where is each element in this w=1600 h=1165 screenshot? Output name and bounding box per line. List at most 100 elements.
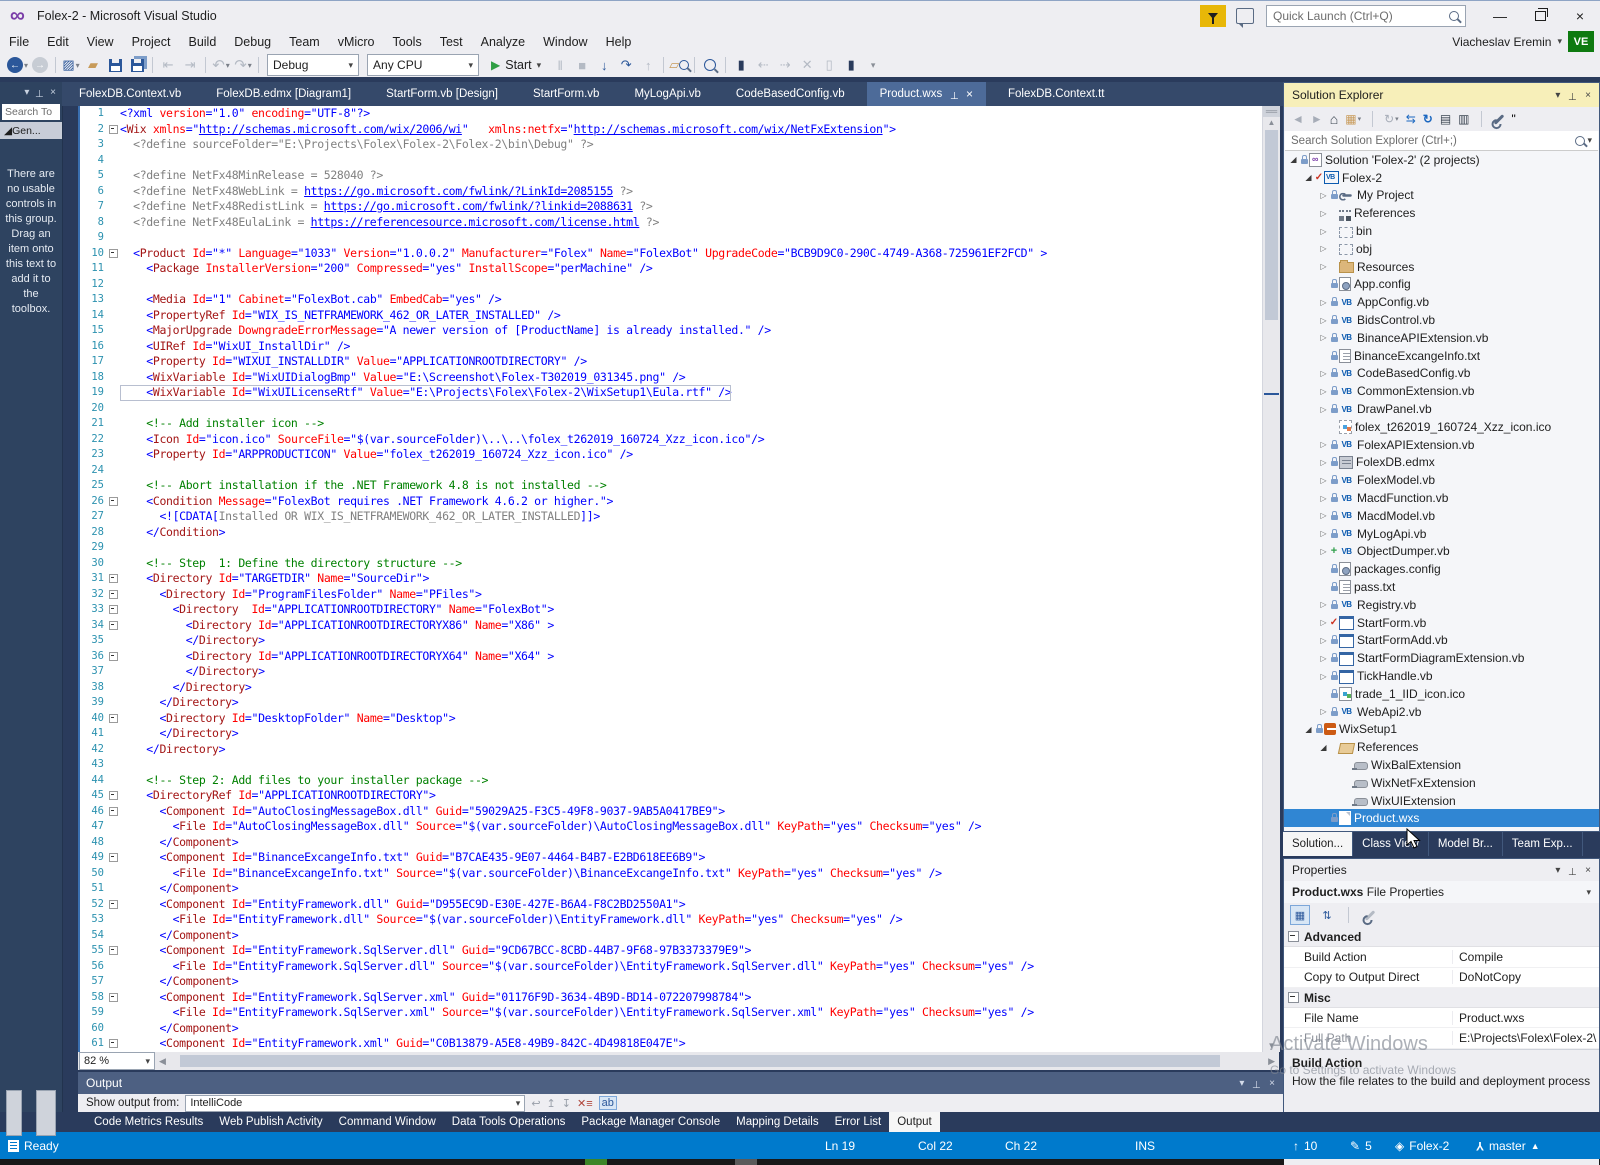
tree-item-bidscontrol-vb[interactable]: ▷ BidsControl.vb	[1284, 311, 1599, 329]
collapsed-arrow-icon[interactable]: ▷	[1318, 369, 1329, 378]
tree-item-startformdiagramextension-vb[interactable]: ▷ StartFormDiagramExtension.vb	[1284, 649, 1599, 667]
tree-item-binanceapiextension-vb[interactable]: ▷ BinanceAPIExtension.vb	[1284, 329, 1599, 347]
code-line[interactable]: 60 </Component>	[80, 1021, 1264, 1037]
menu-edit[interactable]: Edit	[38, 32, 78, 52]
collapsed-arrow-icon[interactable]: ▷	[1318, 618, 1329, 627]
tab-startform-vb-design-[interactable]: StartForm.vb [Design]	[373, 82, 511, 106]
output-goto-message-icon[interactable]: ↩	[531, 1097, 540, 1110]
code-line[interactable]: 15 <MajorUpgrade DowngradeErrorMessage="…	[80, 323, 1264, 339]
tree-item-drawpanel-vb[interactable]: ▷ DrawPanel.vb	[1284, 400, 1599, 418]
menu-team[interactable]: Team	[280, 32, 329, 52]
collapsed-arrow-icon[interactable]: ▷	[1318, 654, 1329, 663]
tree-item-packages-config[interactable]: packages.config	[1284, 560, 1599, 578]
tree-item-resources[interactable]: ▷ Resources	[1284, 258, 1599, 276]
collapsed-arrow-icon[interactable]: ▷	[1318, 600, 1329, 609]
scroll-up-icon[interactable]: ▲	[1263, 117, 1280, 129]
collapsed-arrow-icon[interactable]: ▷	[1318, 405, 1329, 414]
git-edits-count[interactable]: 5	[1365, 1139, 1372, 1153]
menu-project[interactable]: Project	[123, 32, 180, 52]
menu-debug[interactable]: Debug	[225, 32, 280, 52]
output-pin-icon[interactable]: ⊤	[1252, 1078, 1261, 1089]
nav-forward-button[interactable]: →	[30, 54, 50, 76]
properties-close-icon[interactable]: ×	[1585, 865, 1591, 876]
code-line[interactable]: 10 <Product Id="*" Language="1033" Versi…	[80, 246, 1264, 262]
editor-horizontal-scrollbar[interactable]	[170, 1052, 1264, 1070]
expanded-arrow-icon[interactable]: ◢	[1303, 173, 1314, 182]
code-line[interactable]: 33 <Directory Id="APPLICATIONROOTDIRECTO…	[80, 602, 1264, 618]
platform-select[interactable]: Any CPU ▾	[367, 54, 480, 76]
fold-toggle-icon[interactable]	[107, 788, 120, 804]
code-line[interactable]: 12	[80, 277, 1264, 293]
menu-view[interactable]: View	[78, 32, 123, 52]
scroll-right-icon[interactable]: ▶	[1264, 1056, 1279, 1067]
new-project-button[interactable]: ▨ ▾	[61, 54, 81, 76]
status-line[interactable]: Ln 19	[825, 1139, 855, 1153]
code-line[interactable]: 23 <Property Id="ARPPRODUCTICON" Value="…	[80, 447, 1264, 463]
fold-toggle-icon[interactable]	[107, 990, 120, 1006]
code-line[interactable]: 3 <?define sourceFolder="E:\Projects\Fol…	[80, 137, 1264, 153]
se-tab-model-br-[interactable]: Model Br...	[1429, 832, 1503, 856]
code-line[interactable]: 26 <Condition Message="FolexBot requires…	[80, 494, 1264, 510]
avatar[interactable]: VE	[1568, 31, 1594, 52]
code-line[interactable]: 5 <?define NetFx48MinRelease = 528040 ?>	[80, 168, 1264, 184]
code-line[interactable]: 8 <?define NetFx48EulaLink = https://ref…	[80, 215, 1264, 231]
tree-item-pass-txt[interactable]: pass.txt	[1284, 578, 1599, 596]
find-button[interactable]: ▱	[669, 54, 690, 76]
code-line[interactable]: 49 <Component Id="BinanceExcangeInfo.txt…	[80, 850, 1264, 866]
status-character[interactable]: Ch 22	[1005, 1139, 1037, 1153]
tree-item-my-project[interactable]: ▷ My Project	[1284, 187, 1599, 205]
collapsed-arrow-icon[interactable]: ▷	[1318, 316, 1329, 325]
status-column[interactable]: Col 22	[918, 1139, 953, 1153]
code-line[interactable]: 59 <File Id="EntityFramework.SqlServer.x…	[80, 1005, 1264, 1021]
collapsed-arrow-icon[interactable]: ▷	[1318, 298, 1329, 307]
code-line[interactable]: 32 <Directory Id="ProgramFilesFolder" Na…	[80, 587, 1264, 603]
fold-toggle-icon[interactable]	[107, 711, 120, 727]
tree-item-folexapiextension-vb[interactable]: ▷ FolexAPIExtension.vb	[1284, 436, 1599, 454]
bottom-tab-mapping-details[interactable]: Mapping Details	[728, 1112, 826, 1132]
find-in-files-button[interactable]	[700, 54, 720, 76]
redo-button[interactable]: ↷ ▾	[233, 54, 253, 76]
fold-toggle-icon[interactable]	[107, 804, 120, 820]
save-button[interactable]	[105, 54, 125, 76]
menu-file[interactable]: File	[0, 32, 38, 52]
output-clear-all-icon[interactable]: ✕≡	[577, 1097, 593, 1110]
fold-toggle-icon[interactable]	[107, 850, 120, 866]
git-branch-icon[interactable]: Y	[1476, 1139, 1484, 1153]
tree-item-folexmodel-vb[interactable]: ▷ FolexModel.vb	[1284, 471, 1599, 489]
collapsed-arrow-icon[interactable]: ▷	[1318, 333, 1329, 342]
close-button[interactable]: ×	[1560, 2, 1600, 30]
tree-item-trade-1-iid-icon-ico[interactable]: trade_1_IID_icon.ico	[1284, 685, 1599, 703]
filter-icon[interactable]	[1200, 5, 1226, 27]
fold-toggle-icon[interactable]	[107, 943, 120, 959]
code-line[interactable]: 28 </Condition>	[80, 525, 1264, 541]
tree-item-mylogapi-vb[interactable]: ▷ MyLogApi.vb	[1284, 525, 1599, 543]
code-line[interactable]: 46 <Component Id="AutoClosingMessageBox.…	[80, 804, 1264, 820]
property-category-advanced[interactable]: Advanced	[1284, 927, 1599, 948]
tree-item-wixuiextension[interactable]: WixUIExtension	[1284, 792, 1599, 810]
git-push-icon[interactable]: ↑	[1293, 1139, 1299, 1153]
code-line[interactable]: 27 <![CDATA[Installed OR WIX_IS_NETFRAME…	[80, 509, 1264, 525]
properties-pin-icon[interactable]: ⊤	[1568, 865, 1577, 876]
collapse-box-icon[interactable]	[1288, 992, 1299, 1004]
collapsed-arrow-icon[interactable]: ▷	[1318, 209, 1329, 218]
menu-build[interactable]: Build	[179, 32, 225, 52]
pause-button[interactable]: ‖	[550, 54, 570, 76]
step-out-button[interactable]: ↑	[638, 54, 658, 76]
code-line[interactable]: 51 </Component>	[80, 881, 1264, 897]
tree-item-objectdumper-vb[interactable]: ▷+ ObjectDumper.vb	[1284, 543, 1599, 561]
collapsed-arrow-icon[interactable]: ▷	[1318, 227, 1329, 236]
code-line[interactable]: 41 </Directory>	[80, 726, 1264, 742]
clear-bookmarks-button[interactable]: ✕	[797, 54, 817, 76]
code-line[interactable]: 37 </Directory>	[80, 664, 1264, 680]
tab-startform-vb[interactable]: StartForm.vb	[520, 82, 612, 106]
output-source-select[interactable]: IntelliCode ▾	[185, 1094, 526, 1112]
output-prev-message-icon[interactable]: ↥	[547, 1097, 556, 1110]
editor-splitter-grip[interactable]: ══	[1263, 106, 1280, 117]
property-row-copy-to-output-direct[interactable]: Copy to Output Direct DoNotCopy	[1284, 968, 1599, 988]
property-row-build-action[interactable]: Build Action Compile	[1284, 947, 1599, 968]
tree-item-macdfunction-vb[interactable]: ▷ MacdFunction.vb	[1284, 489, 1599, 507]
tab-folexdb-edmx-diagram1-[interactable]: FolexDB.edmx [Diagram1]	[203, 82, 364, 106]
code-line[interactable]: 61 <Component Id="EntityFramework.xml" G…	[80, 1036, 1264, 1052]
code-line[interactable]: 24	[80, 463, 1264, 479]
properties-wrench-icon[interactable]	[1493, 113, 1505, 125]
